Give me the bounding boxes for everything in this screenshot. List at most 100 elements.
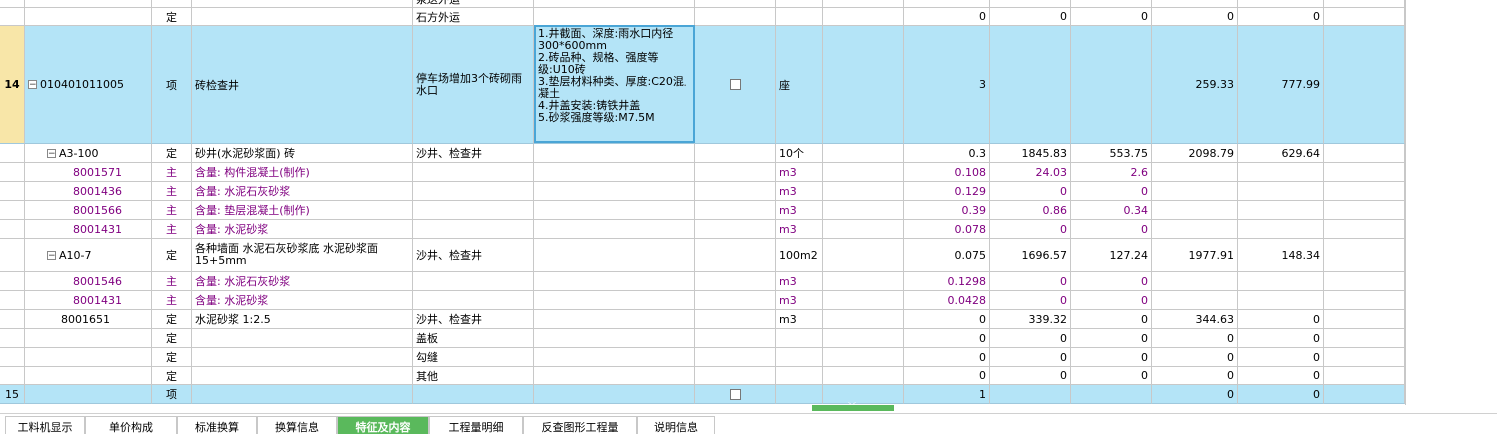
feature-cell[interactable] [534,385,695,404]
qty-cell[interactable]: 0.108 [904,163,990,182]
code-cell[interactable]: − A3-100 [25,144,152,163]
feature-editor[interactable]: 1.井截面、深度:雨水口内径300*600mm 2.砖品种、规格、强度等级:U10… [534,25,695,143]
name-cell[interactable]: 含量: 水泥砂浆 [192,220,413,239]
checkbox[interactable] [729,388,741,400]
tab-0[interactable]: 工料机显示 [5,416,85,434]
tab-5[interactable]: 工程量明细 [429,416,523,434]
table-row[interactable]: 定勾缝 0 0 0 0 0 [0,348,1405,367]
tab-4[interactable]: 特征及内容 [337,416,429,434]
name-cell[interactable]: 各种墙面 水泥石灰砂浆底 水泥砂浆面 15+5mm [192,239,413,272]
tab-2[interactable]: 标准换算 [177,416,257,434]
tab-1[interactable]: 单价构成 [85,416,177,434]
chevron-down-icon[interactable]: ﹀ [848,401,856,412]
qty-cell[interactable]: 0.3 [904,144,990,163]
p2-cell: 0 [1071,329,1152,348]
p3-cell: 344.63 [1152,310,1238,329]
spec-cell: 盖板 [413,329,534,348]
name-cell[interactable]: 含量: 构件混凝土(制作) [192,163,413,182]
table-row[interactable]: 定盖板 0 0 0 0 0 [0,329,1405,348]
row-number-cell [0,201,25,220]
name-cell[interactable]: 含量: 水泥砂浆 [192,291,413,310]
ext-cell [1324,144,1405,163]
table-row[interactable]: 8001566 主含量: 垫层混凝土(制作) m3 0.39 0.86 0.34 [0,201,1405,220]
spec-cell[interactable]: 停车场增加3个砖砌雨水口 [413,26,534,144]
code-cell[interactable] [25,367,152,385]
code-cell[interactable]: 8001566 [25,201,152,220]
p3-cell: 0 [1152,348,1238,367]
code-cell[interactable]: 8001546 [25,272,152,291]
type-cell: 定 [152,144,192,163]
qty-cell[interactable]: 3 [904,26,990,144]
check-cell[interactable] [695,26,776,144]
name-cell[interactable] [192,385,413,404]
checkbox[interactable] [729,79,741,90]
code-cell[interactable]: 8001436 [25,182,152,201]
name-cell[interactable]: 水泥砂浆 1:2.5 [192,310,413,329]
table-row[interactable]: 定其他 0 0 0 0 0 [0,367,1405,385]
bill-items-grid[interactable]: 泵送外运 定 石方外运 0 0 0 0 0 14 − 010401011005 [0,0,1497,405]
table-row[interactable]: − A10-7 定各种墙面 水泥石灰砂浆底 水泥砂浆面 15+5mm 沙井、检查井 10… [0,239,1405,272]
chk-cell [695,201,776,220]
qty-cell[interactable]: 0.1298 [904,272,990,291]
qty-cell[interactable]: 1 [904,385,990,404]
row-number-cell[interactable]: 15 [0,385,25,404]
code-cell[interactable] [25,348,152,367]
qty-cell[interactable]: 0.075 [904,239,990,272]
feature-text[interactable]: 1.井截面、深度:雨水口内径300*600mm 2.砖品种、规格、强度等级:U10… [538,28,691,124]
table-row[interactable]: 8001431 主含量: 水泥砂浆 m3 0.078 0 0 [0,220,1405,239]
code-cell[interactable]: − 010401011005 [25,26,152,144]
code-cell[interactable]: 8001571 [25,163,152,182]
price3-cell: 259.33 [1152,26,1238,144]
name-cell[interactable]: 含量: 垫层混凝土(制作) [192,201,413,220]
unit-cell: 座 [776,26,823,144]
qty-cell[interactable]: 0 [904,310,990,329]
code-cell[interactable]: 8001651 [25,310,152,329]
check-cell[interactable] [695,385,776,404]
code-cell[interactable]: 8001431 [25,291,152,310]
qty-cell[interactable]: 0.0428 [904,291,990,310]
splitter-handle[interactable]: ﹀ [812,402,894,411]
name-cell[interactable]: 含量: 水泥石灰砂浆 [192,182,413,201]
name-cell[interactable]: 含量: 水泥石灰砂浆 [192,272,413,291]
qty-cell[interactable]: 0.129 [904,182,990,201]
spec-cell[interactable] [413,385,534,404]
p2-cell: 0 [1071,182,1152,201]
collapse-icon[interactable]: − [47,148,56,158]
row-number-cell [0,8,25,26]
table-row[interactable]: 8001571 主含量: 构件混凝土(制作) m3 0.108 24.03 2.6 [0,163,1405,182]
code-cell[interactable] [25,385,152,404]
collapse-icon[interactable]: − [47,250,56,260]
table-row[interactable]: 15 项 1 0 0 [0,385,1405,404]
table-row[interactable]: 8001546 主含量: 水泥石灰砂浆 m3 0.1298 0 0 [0,272,1405,291]
row-number-cell [0,310,25,329]
ellipsis-button[interactable]: … [676,76,687,89]
qty-cell[interactable]: 0 [904,367,990,385]
qty-cell[interactable]: 0.39 [904,201,990,220]
table-row[interactable]: 8001651 定水泥砂浆 1:2.5 沙井、检查井 m3 0 339.32 0 344.63… [0,310,1405,329]
table-row[interactable]: 8001431 主含量: 水泥砂浆 m3 0.0428 0 0 [0,291,1405,310]
name-cell[interactable] [192,348,413,367]
code-cell[interactable] [25,329,152,348]
code-cell[interactable]: − A10-7 [25,239,152,272]
tab-3[interactable]: 换算信息 [257,416,337,434]
tab-6[interactable]: 反查图形工程量 [523,416,637,434]
price2-cell: 0 [1071,8,1152,26]
table-row-selected[interactable]: 14 − 010401011005 项 砖检查井 停车场增加3个砖砌雨水口 座 … [0,26,1405,144]
tab-7[interactable]: 说明信息 [637,416,715,434]
name-cell[interactable] [192,329,413,348]
row-number-cell[interactable]: 14 [0,26,25,144]
qty-cell[interactable]: 0 [904,348,990,367]
table-row[interactable]: 泵送外运 [0,0,1405,8]
qty-cell[interactable]: 0.078 [904,220,990,239]
table-row[interactable]: − A3-100 定砂井(水泥砂浆面) 砖沙井、检查井 10个 0.3 1845.83 55… [0,144,1405,163]
qty-cell[interactable]: 0 [904,329,990,348]
name-cell[interactable]: 砖检查井 [192,26,413,144]
p3-cell [1152,220,1238,239]
table-row[interactable]: 8001436 主含量: 水泥石灰砂浆 m3 0.129 0 0 [0,182,1405,201]
code-cell[interactable]: 8001431 [25,220,152,239]
name-cell[interactable] [192,367,413,385]
row-number-cell [0,291,25,310]
table-row[interactable]: 定 石方外运 0 0 0 0 0 [0,8,1405,26]
collapse-icon[interactable]: − [28,80,37,90]
name-cell[interactable]: 砂井(水泥砂浆面) 砖 [192,144,413,163]
